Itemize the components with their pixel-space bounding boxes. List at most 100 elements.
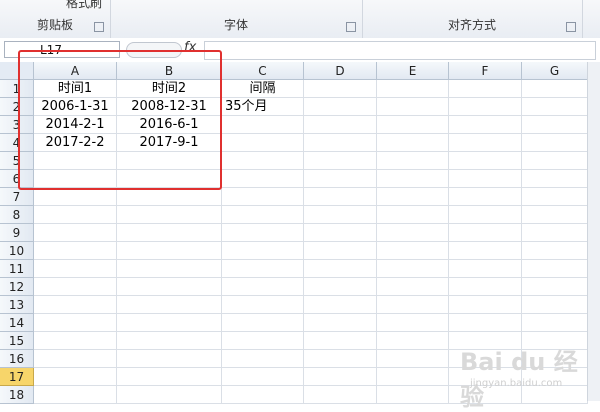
cell-g11[interactable] bbox=[522, 260, 588, 278]
cell-g4[interactable] bbox=[522, 134, 588, 152]
row-header-9[interactable]: 9 bbox=[0, 224, 34, 242]
row-header-12[interactable]: 12 bbox=[0, 278, 34, 296]
cell-e14[interactable] bbox=[377, 314, 449, 332]
cell-b5[interactable] bbox=[117, 152, 222, 170]
cell-d5[interactable] bbox=[304, 152, 377, 170]
row-header-14[interactable]: 14 bbox=[0, 314, 34, 332]
cell-c1[interactable]: 间隔 bbox=[222, 80, 304, 98]
cell-b4[interactable]: 2017-9-1 bbox=[117, 134, 222, 152]
cell-g5[interactable] bbox=[522, 152, 588, 170]
cell-b8[interactable] bbox=[117, 206, 222, 224]
cell-f11[interactable] bbox=[449, 260, 522, 278]
column-header-c[interactable]: C bbox=[222, 62, 304, 80]
row-header-18[interactable]: 18 bbox=[0, 386, 34, 404]
cell-b14[interactable] bbox=[117, 314, 222, 332]
clipboard-dialog-launcher-icon[interactable] bbox=[94, 22, 104, 32]
cell-d14[interactable] bbox=[304, 314, 377, 332]
cell-e2[interactable] bbox=[377, 98, 449, 116]
cell-d15[interactable] bbox=[304, 332, 377, 350]
cell-f9[interactable] bbox=[449, 224, 522, 242]
column-header-d[interactable]: D bbox=[304, 62, 377, 80]
cell-d9[interactable] bbox=[304, 224, 377, 242]
cell-f12[interactable] bbox=[449, 278, 522, 296]
column-header-f[interactable]: F bbox=[449, 62, 522, 80]
cell-b7[interactable] bbox=[117, 188, 222, 206]
cell-d1[interactable] bbox=[304, 80, 377, 98]
cell-a17[interactable] bbox=[34, 368, 117, 386]
cell-c11[interactable] bbox=[222, 260, 304, 278]
cell-f7[interactable] bbox=[449, 188, 522, 206]
row-header-13[interactable]: 13 bbox=[0, 296, 34, 314]
cell-e9[interactable] bbox=[377, 224, 449, 242]
row-header-7[interactable]: 7 bbox=[0, 188, 34, 206]
cell-a12[interactable] bbox=[34, 278, 117, 296]
cell-d18[interactable] bbox=[304, 386, 377, 404]
cell-g6[interactable] bbox=[522, 170, 588, 188]
cell-a6[interactable] bbox=[34, 170, 117, 188]
cell-a11[interactable] bbox=[34, 260, 117, 278]
row-header-2[interactable]: 2 bbox=[0, 98, 34, 116]
cell-c17[interactable] bbox=[222, 368, 304, 386]
cell-d3[interactable] bbox=[304, 116, 377, 134]
cell-g10[interactable] bbox=[522, 242, 588, 260]
cell-a3[interactable]: 2014-2-1 bbox=[34, 116, 117, 134]
cell-c6[interactable] bbox=[222, 170, 304, 188]
cell-d4[interactable] bbox=[304, 134, 377, 152]
cell-b13[interactable] bbox=[117, 296, 222, 314]
row-header-8[interactable]: 8 bbox=[0, 206, 34, 224]
cell-a4[interactable]: 2017-2-2 bbox=[34, 134, 117, 152]
cell-d12[interactable] bbox=[304, 278, 377, 296]
cell-d7[interactable] bbox=[304, 188, 377, 206]
cell-e13[interactable] bbox=[377, 296, 449, 314]
cell-a7[interactable] bbox=[34, 188, 117, 206]
alignment-dialog-launcher-icon[interactable] bbox=[566, 22, 576, 32]
cell-b9[interactable] bbox=[117, 224, 222, 242]
cell-b15[interactable] bbox=[117, 332, 222, 350]
cell-g12[interactable] bbox=[522, 278, 588, 296]
cell-c18[interactable] bbox=[222, 386, 304, 404]
cell-c4[interactable] bbox=[222, 134, 304, 152]
cell-g8[interactable] bbox=[522, 206, 588, 224]
cell-c5[interactable] bbox=[222, 152, 304, 170]
select-all-corner[interactable] bbox=[0, 62, 34, 80]
cell-f1[interactable] bbox=[449, 80, 522, 98]
row-header-15[interactable]: 15 bbox=[0, 332, 34, 350]
cell-c3[interactable] bbox=[222, 116, 304, 134]
cell-c10[interactable] bbox=[222, 242, 304, 260]
cell-e7[interactable] bbox=[377, 188, 449, 206]
cell-e3[interactable] bbox=[377, 116, 449, 134]
cell-d13[interactable] bbox=[304, 296, 377, 314]
cell-b6[interactable] bbox=[117, 170, 222, 188]
cell-f4[interactable] bbox=[449, 134, 522, 152]
row-header-16[interactable]: 16 bbox=[0, 350, 34, 368]
cell-f6[interactable] bbox=[449, 170, 522, 188]
cell-c14[interactable] bbox=[222, 314, 304, 332]
cell-e1[interactable] bbox=[377, 80, 449, 98]
font-dialog-launcher-icon[interactable] bbox=[346, 22, 356, 32]
row-header-3[interactable]: 3 bbox=[0, 116, 34, 134]
cell-b16[interactable] bbox=[117, 350, 222, 368]
cell-e12[interactable] bbox=[377, 278, 449, 296]
row-header-11[interactable]: 11 bbox=[0, 260, 34, 278]
cell-a13[interactable] bbox=[34, 296, 117, 314]
name-box[interactable]: L17 bbox=[4, 41, 120, 58]
cell-e11[interactable] bbox=[377, 260, 449, 278]
cell-f3[interactable] bbox=[449, 116, 522, 134]
cell-e6[interactable] bbox=[377, 170, 449, 188]
cell-b12[interactable] bbox=[117, 278, 222, 296]
cell-b17[interactable] bbox=[117, 368, 222, 386]
formula-input[interactable] bbox=[204, 41, 596, 60]
cell-c13[interactable] bbox=[222, 296, 304, 314]
insert-function-icon[interactable]: fx bbox=[184, 40, 196, 55]
cell-a15[interactable] bbox=[34, 332, 117, 350]
cell-e4[interactable] bbox=[377, 134, 449, 152]
cell-a5[interactable] bbox=[34, 152, 117, 170]
cell-d16[interactable] bbox=[304, 350, 377, 368]
row-header-5[interactable]: 5 bbox=[0, 152, 34, 170]
row-header-4[interactable]: 4 bbox=[0, 134, 34, 152]
cell-g3[interactable] bbox=[522, 116, 588, 134]
cell-a9[interactable] bbox=[34, 224, 117, 242]
cell-e10[interactable] bbox=[377, 242, 449, 260]
cell-a18[interactable] bbox=[34, 386, 117, 404]
cell-g13[interactable] bbox=[522, 296, 588, 314]
